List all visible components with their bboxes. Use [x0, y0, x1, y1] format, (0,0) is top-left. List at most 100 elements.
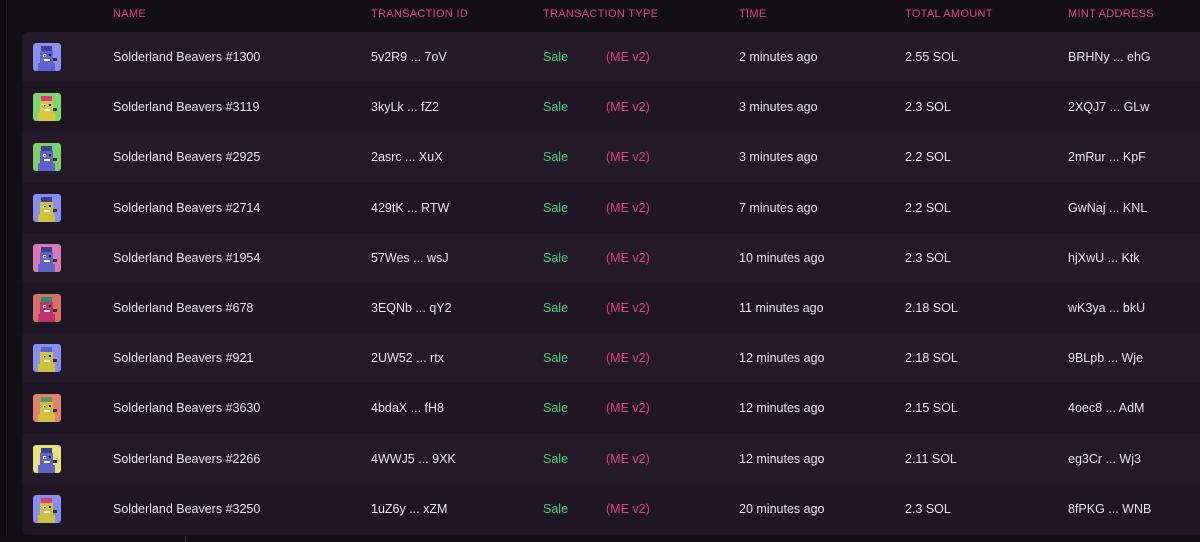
row-total-amount: 2.3 SOL: [905, 501, 951, 516]
row-mint-address[interactable]: 2mRur ... KpF: [1068, 132, 1146, 182]
nft-avatar-image[interactable]: [33, 293, 61, 322]
row-time: 2 minutes ago: [739, 50, 818, 64]
row-time: 20 minutes ago: [739, 501, 825, 516]
row-time: 7 minutes ago: [739, 200, 818, 215]
column-header-total-amount[interactable]: TOTAL AMOUNT: [905, 8, 993, 20]
row-mint-address[interactable]: GwNaj ... KNL: [1068, 183, 1147, 233]
activity-table: Solderland Beavers #1300 5v2R9 ... 7oV S…: [22, 32, 1200, 535]
row-transaction-id[interactable]: 3EQNb ... qY2: [371, 283, 452, 333]
row-time: 10 minutes ago: [739, 250, 825, 265]
table-row[interactable]: Solderland Beavers #3119 3kyLk ... fZ2 S…: [22, 82, 1200, 133]
table-row[interactable]: Solderland Beavers #2266 4WWJ5 ... 9XK S…: [22, 433, 1200, 484]
table-row[interactable]: Solderland Beavers #3250 1uZ6y ... xZM S…: [22, 483, 1200, 534]
row-mint-address[interactable]: hjXwU ... Ktk: [1068, 233, 1140, 283]
row-mint-address[interactable]: 9BLpb ... Wje: [1068, 333, 1143, 383]
row-transaction-id[interactable]: 3kyLk ... fZ2: [371, 82, 439, 132]
row-marketplace-tag: (ME v2): [606, 50, 650, 64]
row-transaction-type: Sale: [543, 501, 569, 516]
row-name[interactable]: Solderland Beavers #678: [113, 283, 253, 333]
row-transaction-type: Sale: [543, 351, 569, 366]
row-name[interactable]: Solderland Beavers #3630: [113, 383, 260, 433]
row-transaction-type: Sale: [543, 150, 569, 165]
row-transaction-type: Sale: [543, 250, 569, 265]
row-marketplace-tag: (ME v2): [606, 401, 650, 416]
nft-avatar-image[interactable]: [33, 344, 61, 373]
row-name[interactable]: Solderland Beavers #2925: [113, 132, 260, 182]
nft-avatar-image[interactable]: [33, 444, 61, 473]
table-row[interactable]: Solderland Beavers #1954 57Wes ... wsJ S…: [22, 232, 1200, 283]
row-transaction-type: Sale: [543, 200, 569, 215]
row-mint-address[interactable]: BRHNy ... ehG: [1068, 32, 1151, 82]
row-total-amount: 2.11 SOL: [905, 451, 957, 466]
table-row[interactable]: Solderland Beavers #921 2UW52 ... rtx Sa…: [22, 333, 1200, 384]
row-marketplace-tag: (ME v2): [606, 300, 650, 315]
row-time: 12 minutes ago: [739, 351, 825, 366]
row-transaction-id[interactable]: 4WWJ5 ... 9XK: [371, 434, 456, 484]
row-time: 11 minutes ago: [739, 300, 824, 315]
table-row[interactable]: Solderland Beavers #1300 5v2R9 ... 7oV S…: [22, 32, 1200, 83]
row-marketplace-tag: (ME v2): [606, 100, 650, 115]
column-header-mint-address[interactable]: MINT ADDRESS: [1068, 8, 1154, 20]
nft-avatar-image[interactable]: [33, 243, 61, 272]
divider-tick: [185, 536, 186, 542]
row-name[interactable]: Solderland Beavers #3119: [113, 82, 259, 132]
column-header-transaction-id[interactable]: TRANSACTION ID: [371, 8, 468, 20]
row-transaction-id[interactable]: 429tK ... RTW: [371, 183, 449, 233]
row-total-amount: 2.2 SOL: [905, 150, 951, 165]
row-total-amount: 2.15 SOL: [905, 401, 958, 416]
row-marketplace-tag: (ME v2): [606, 250, 650, 265]
row-total-amount: 2.18 SOL: [905, 351, 958, 366]
row-transaction-type: Sale: [543, 401, 569, 416]
left-panel-edge: [0, 0, 7, 542]
row-marketplace-tag: (ME v2): [606, 150, 650, 165]
column-header-transaction-type[interactable]: TRANSACTION TYPE: [543, 8, 658, 20]
nft-avatar-image[interactable]: [33, 43, 61, 71]
table-header: NAME TRANSACTION ID TRANSACTION TYPE TIM…: [0, 0, 1200, 30]
row-marketplace-tag: (ME v2): [606, 451, 650, 466]
table-row[interactable]: Solderland Beavers #2714 429tK ... RTW S…: [22, 182, 1200, 233]
row-mint-address[interactable]: eg3Cr ... Wj3: [1068, 434, 1141, 484]
column-header-name[interactable]: NAME: [113, 8, 146, 20]
row-mint-address[interactable]: 2XQJ7 ... GLw: [1068, 82, 1149, 132]
row-total-amount: 2.3 SOL: [905, 100, 951, 115]
row-total-amount: 2.2 SOL: [905, 200, 951, 215]
nft-avatar-image[interactable]: [33, 93, 61, 122]
row-time: 3 minutes ago: [739, 100, 818, 115]
row-transaction-id[interactable]: 2UW52 ... rtx: [371, 333, 444, 383]
nft-avatar-image[interactable]: [33, 494, 61, 523]
activity-page: NAME TRANSACTION ID TRANSACTION TYPE TIM…: [0, 0, 1200, 542]
row-name[interactable]: Solderland Beavers #1300: [113, 32, 260, 82]
column-header-time[interactable]: TIME: [739, 8, 766, 20]
table-row[interactable]: Solderland Beavers #3630 4bdaX ... fH8 S…: [22, 383, 1200, 434]
nft-avatar-image[interactable]: [33, 193, 61, 222]
row-mint-address[interactable]: 8fPKG ... WNB: [1068, 484, 1151, 534]
row-name[interactable]: Solderland Beavers #3250: [113, 484, 260, 534]
row-marketplace-tag: (ME v2): [606, 351, 650, 366]
row-time: 3 minutes ago: [739, 150, 818, 165]
row-time: 12 minutes ago: [739, 401, 825, 416]
row-time: 12 minutes ago: [739, 451, 825, 466]
table-row[interactable]: Solderland Beavers #2925 2asrc ... XuX S…: [22, 132, 1200, 183]
nft-avatar-image[interactable]: [33, 143, 61, 172]
bottom-bar: [0, 536, 1200, 542]
row-mint-address[interactable]: 4oec8 ... AdM: [1068, 383, 1144, 433]
row-name[interactable]: Solderland Beavers #1954: [113, 233, 260, 283]
row-total-amount: 2.3 SOL: [905, 250, 951, 265]
row-name[interactable]: Solderland Beavers #921: [113, 333, 253, 383]
row-marketplace-tag: (ME v2): [606, 501, 650, 516]
row-transaction-id[interactable]: 2asrc ... XuX: [371, 132, 443, 182]
row-transaction-id[interactable]: 4bdaX ... fH8: [371, 383, 444, 433]
row-name[interactable]: Solderland Beavers #2714: [113, 183, 260, 233]
nft-avatar-image[interactable]: [33, 394, 61, 423]
row-transaction-id[interactable]: 57Wes ... wsJ: [371, 233, 449, 283]
row-transaction-id[interactable]: 5v2R9 ... 7oV: [371, 32, 447, 82]
row-name[interactable]: Solderland Beavers #2266: [113, 434, 260, 484]
row-transaction-type: Sale: [543, 451, 569, 466]
row-mint-address[interactable]: wK3ya ... bkU: [1068, 283, 1145, 333]
row-transaction-type: Sale: [543, 50, 569, 64]
table-row[interactable]: Solderland Beavers #678 3EQNb ... qY2 Sa…: [22, 282, 1200, 334]
row-transaction-type: Sale: [543, 300, 569, 315]
row-total-amount: 2.18 SOL: [905, 300, 958, 315]
row-transaction-id[interactable]: 1uZ6y ... xZM: [371, 484, 447, 534]
row-marketplace-tag: (ME v2): [606, 200, 650, 215]
